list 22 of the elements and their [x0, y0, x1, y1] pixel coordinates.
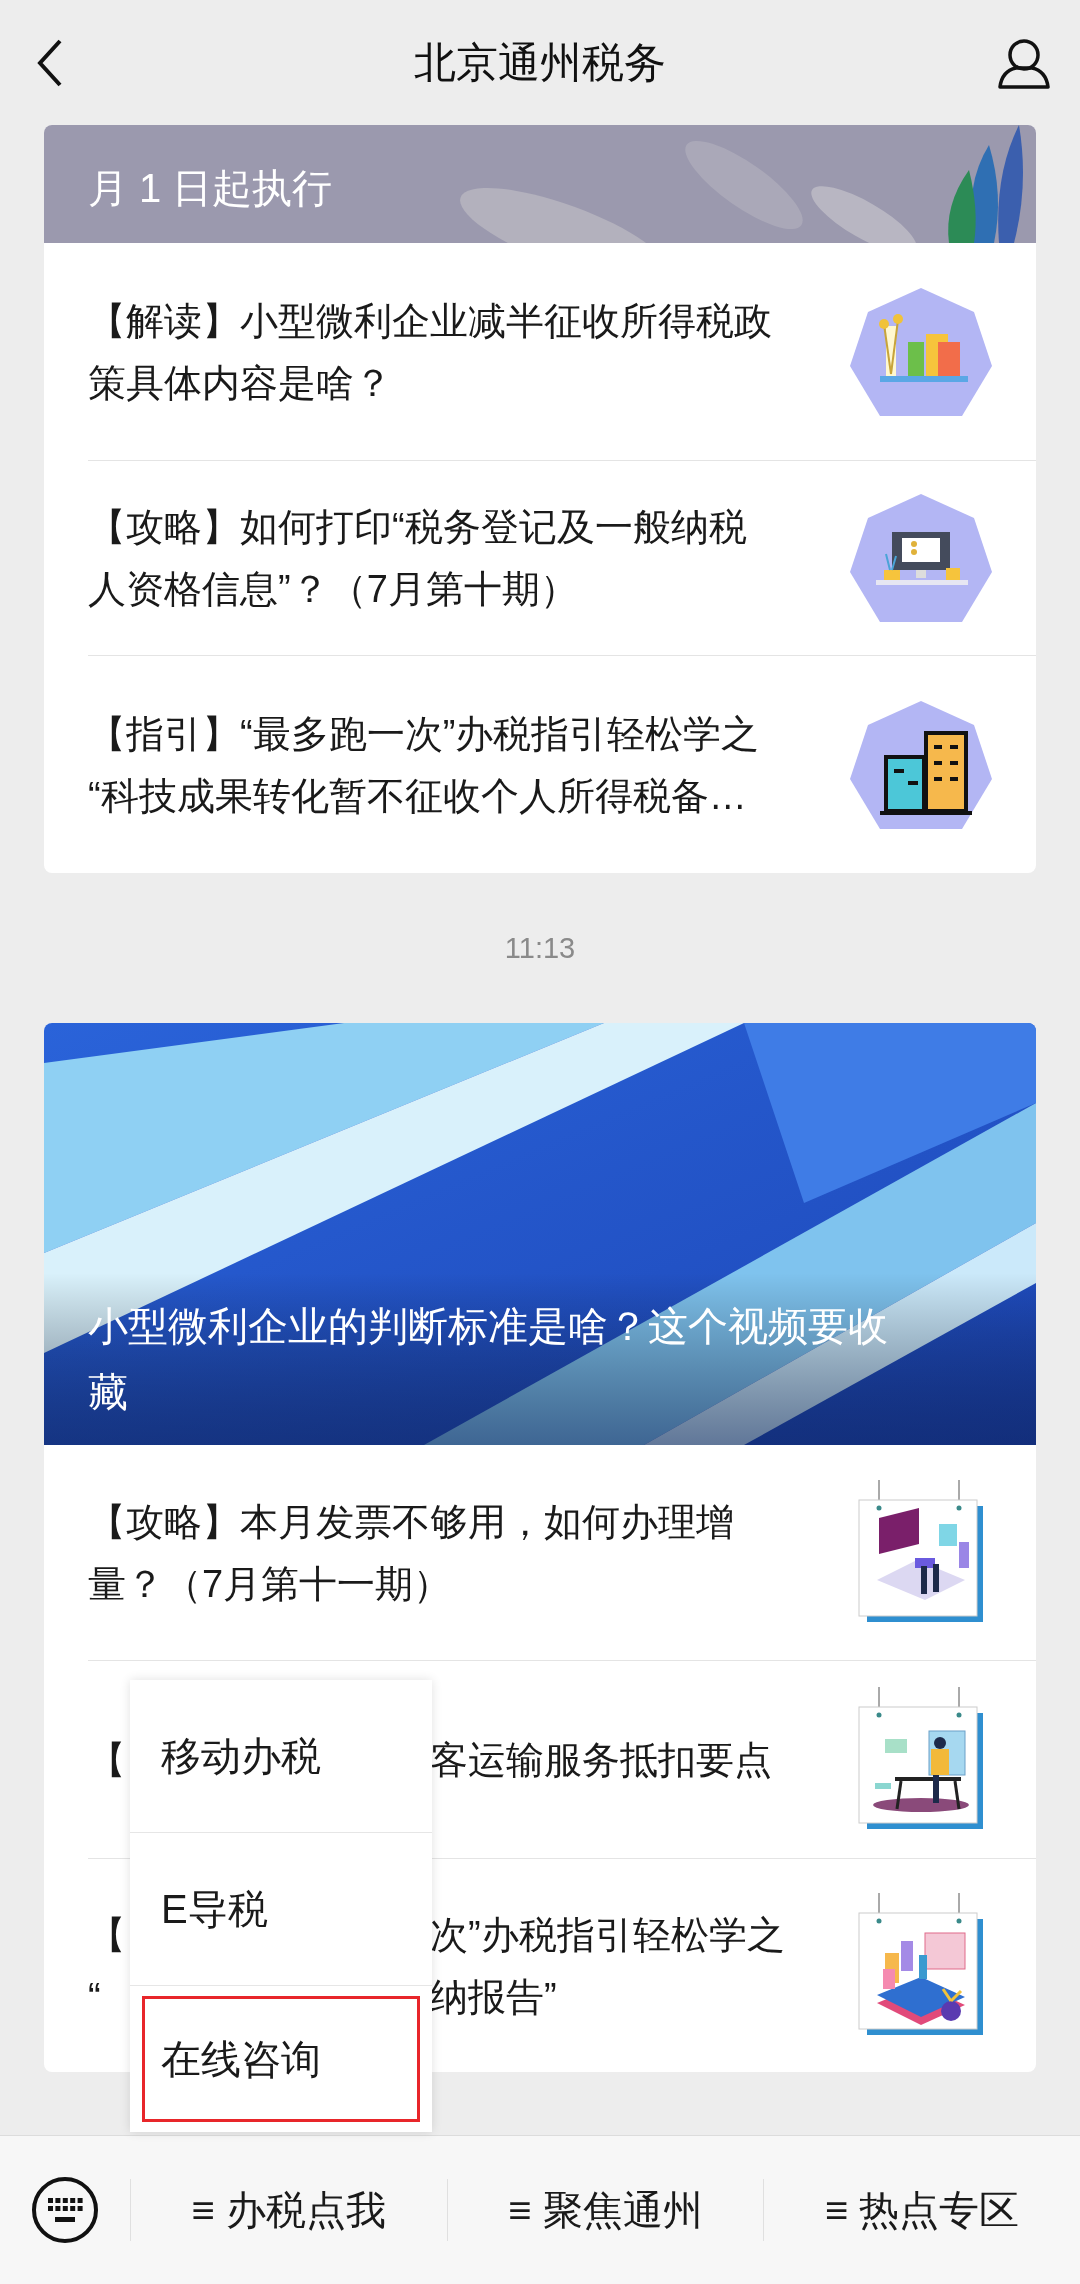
menu-item[interactable]: 在线咨询 — [142, 1996, 420, 2122]
article-title[interactable]: 【攻略】本月发票不够用，如何办理增 — [88, 1490, 734, 1553]
article-title[interactable]: 【 — [88, 1728, 126, 1791]
window-title: 北京通州税务 — [414, 38, 666, 86]
article-title[interactable]: 【攻略】如何打印“税务登记及一般纳税 — [88, 496, 747, 558]
keyboard-icon[interactable] — [31, 2176, 99, 2244]
banner-title[interactable]: 藏 — [88, 1359, 992, 1425]
article-title[interactable]: 【解读】小型微利企业减半征收所得税政 — [88, 289, 772, 352]
article-title[interactable]: 次”办税指引轻松学之 — [430, 1903, 785, 1966]
article-title[interactable]: 纳报告” — [430, 1965, 557, 2028]
article-title[interactable]: 【 — [88, 1903, 126, 1966]
article-title[interactable]: “ — [88, 1965, 101, 2028]
article-title[interactable]: 策具体内容是啥？ — [88, 351, 772, 414]
article-title[interactable]: “科技成果转化暂不征收个人所得税备… — [88, 764, 760, 827]
menu-tab[interactable]: ≡ 办税点我 — [187, 2182, 391, 2238]
article-title[interactable]: 量？（7月第十一期） — [88, 1552, 734, 1615]
article-title[interactable]: 【指引】“最多跑一次”办税指引轻松学之 — [88, 702, 760, 765]
menu-tab[interactable]: ≡ 热点专区 — [820, 2182, 1024, 2238]
article-title[interactable]: 客运输服务抵扣要点 — [430, 1728, 772, 1791]
article-title[interactable]: 人资格信息”？（7月第十期） — [88, 558, 747, 620]
timestamp: 11:13 — [504, 931, 576, 965]
menu-tab[interactable]: ≡ 聚焦通州 — [504, 2182, 707, 2238]
